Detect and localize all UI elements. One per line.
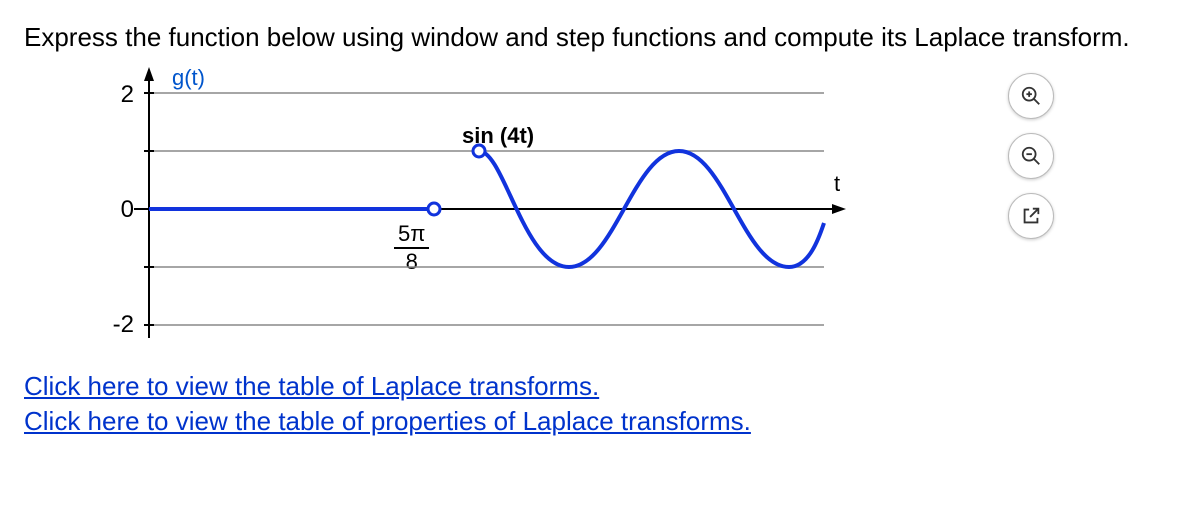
reference-links: Click here to view the table of Laplace … (24, 369, 1176, 439)
question-text: Express the function below using window … (24, 20, 1176, 55)
open-external-button[interactable] (1008, 193, 1054, 239)
zoom-in-button[interactable] (1008, 73, 1054, 119)
zoom-out-button[interactable] (1008, 133, 1054, 179)
graph-figure: g(t) 2 0 -2 sin (4t) t 5π 8 (64, 63, 964, 363)
zoom-out-icon (1020, 145, 1042, 167)
properties-table-link[interactable]: Click here to view the table of properti… (24, 404, 751, 439)
graph-svg (64, 63, 884, 353)
open-external-icon (1020, 205, 1042, 227)
laplace-table-link[interactable]: Click here to view the table of Laplace … (24, 369, 599, 404)
zoom-in-icon (1020, 85, 1042, 107)
graph-controls (1008, 73, 1054, 239)
